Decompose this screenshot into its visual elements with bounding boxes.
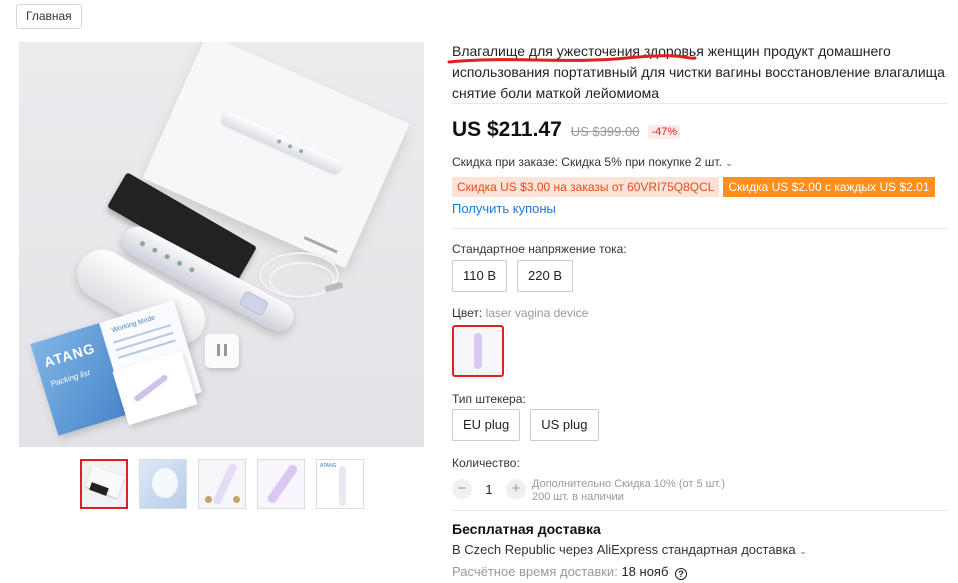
voltage-options: 110 В 220 В — [452, 260, 573, 292]
quantity-stepper: − 1 + — [452, 479, 526, 499]
plug-option-us[interactable]: US plug — [530, 409, 599, 441]
quantity-plus-button[interactable]: + — [506, 479, 526, 499]
coupon-store[interactable]: Скидка US $3.00 на заказы от 60VRI75Q8QC… — [452, 177, 720, 197]
color-value: laser vagina device — [485, 306, 589, 320]
eta-date: 18 нояб — [621, 564, 669, 579]
color-label: Цвет: laser vagina device — [452, 306, 589, 320]
current-price: US $211.47 — [452, 118, 562, 141]
coupon-select[interactable]: Скидка US $2.00 с каждых US $2.01 — [723, 177, 935, 197]
plug-label: Тип штекера: — [452, 392, 526, 406]
thumbnail-4[interactable] — [257, 459, 305, 509]
voltage-option-110[interactable]: 110 В — [452, 260, 508, 292]
voltage-option-220[interactable]: 220 В — [517, 260, 573, 292]
product-main-image[interactable]: ATANG Packing list Working Mode — [19, 42, 424, 447]
quantity-minus-button[interactable]: − — [452, 479, 472, 499]
coupon-row: Скидка US $3.00 на заказы от 60VRI75Q8QC… — [452, 177, 935, 197]
chevron-down-icon: ⌄ — [725, 158, 733, 168]
thumbnail-1[interactable] — [80, 459, 128, 509]
power-adapter — [205, 334, 239, 368]
price-row: US $211.47 US $399.00 -47% — [452, 118, 681, 142]
shipping-title: Бесплатная доставка — [452, 521, 601, 537]
thumbnail-2[interactable] — [139, 459, 187, 509]
thumbnail-strip: ATANG — [80, 459, 364, 509]
quantity-note: Дополнительно Скидка 10% (от 5 шт.) 200 … — [532, 478, 726, 503]
plug-options: EU plug US plug — [452, 409, 599, 441]
thumbnail-5[interactable]: ATANG — [316, 459, 364, 509]
voltage-label: Стандартное напряжение тока: — [452, 242, 627, 256]
breadcrumb-home[interactable]: Главная — [16, 4, 82, 29]
delivery-eta: Расчётное время доставки: 18 нояб ? — [452, 564, 688, 580]
thumbnail-3[interactable] — [198, 459, 246, 509]
get-coupons-link[interactable]: Получить купоны — [452, 201, 556, 216]
product-title: Влагалище для ужесточения здоровья женщи… — [452, 43, 945, 101]
thumbnail-5-text: ATANG — [320, 463, 337, 469]
order-discount[interactable]: Скидка при заказе: Скидка 5% при покупке… — [452, 155, 733, 169]
shipping-method[interactable]: В Czech Republic через AliExpress станда… — [452, 542, 807, 557]
chevron-down-icon: ⌄ — [799, 546, 807, 556]
discount-badge: -47% — [648, 125, 681, 139]
divider — [452, 103, 948, 104]
quantity-label: Количество: — [452, 456, 520, 470]
plug-option-eu[interactable]: EU plug — [452, 409, 521, 441]
quantity-value[interactable]: 1 — [480, 482, 498, 497]
help-icon[interactable]: ? — [675, 568, 688, 580]
old-price: US $399.00 — [570, 124, 640, 139]
color-swatch-laser[interactable] — [452, 325, 504, 377]
